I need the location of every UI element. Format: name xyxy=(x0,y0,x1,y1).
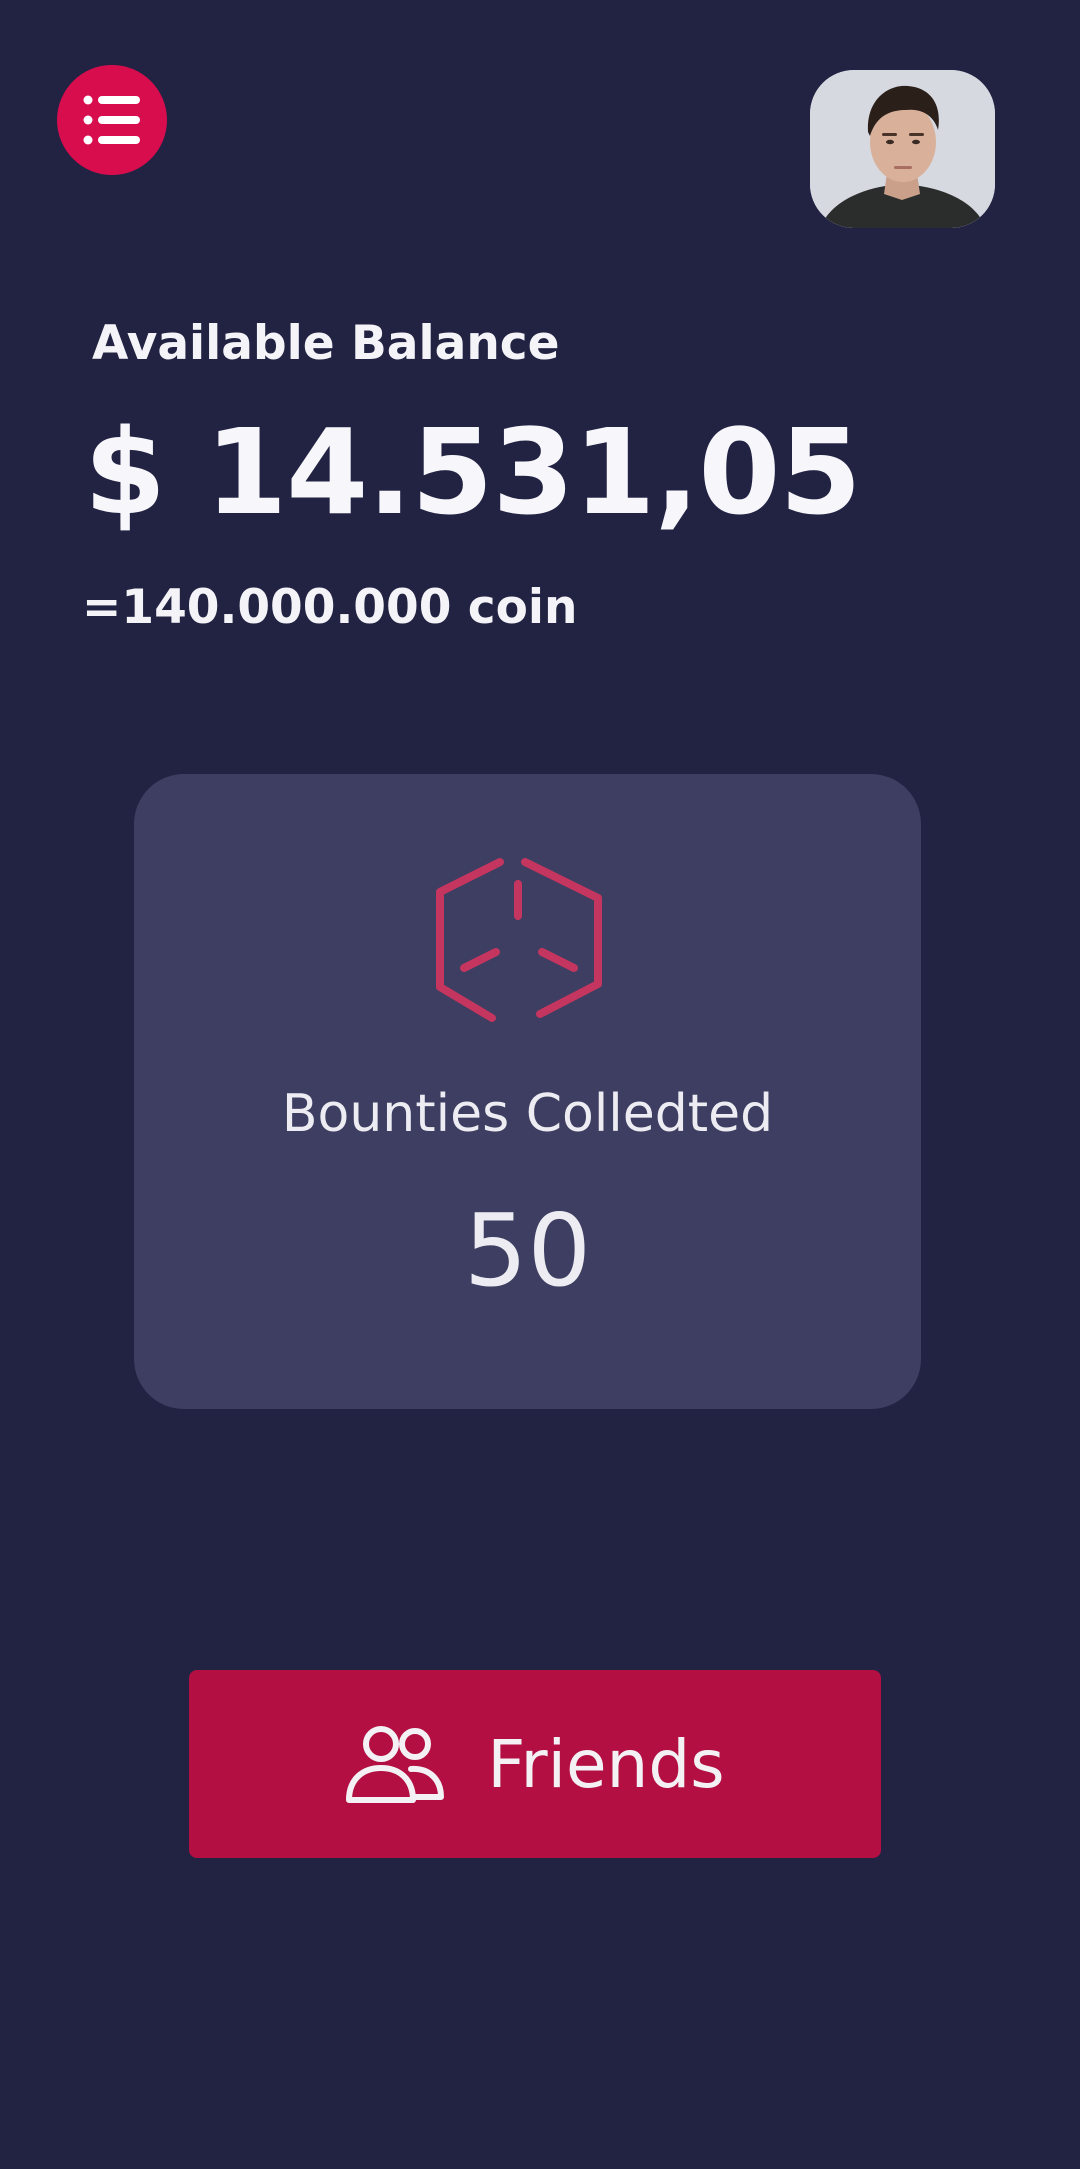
box-icon xyxy=(436,858,602,1022)
balance-amount: $ 14.531,05 xyxy=(84,403,862,541)
users-icon xyxy=(346,1726,445,1803)
avatar-image xyxy=(810,70,995,228)
friends-button-label: Friends xyxy=(487,1725,725,1803)
bounties-title: Bounties Colledted xyxy=(281,1084,774,1144)
balance-label: Available Balance xyxy=(92,316,560,371)
friends-button[interactable]: Friends xyxy=(189,1670,881,1858)
avatar[interactable] xyxy=(810,70,995,228)
list-icon xyxy=(83,95,140,145)
menu-button[interactable] xyxy=(57,65,167,175)
bounties-count: 50 xyxy=(463,1192,592,1309)
bounties-card: Bounties Colledted 50 xyxy=(134,774,921,1409)
coin-equivalent: =140.000.000 coin xyxy=(82,580,578,635)
